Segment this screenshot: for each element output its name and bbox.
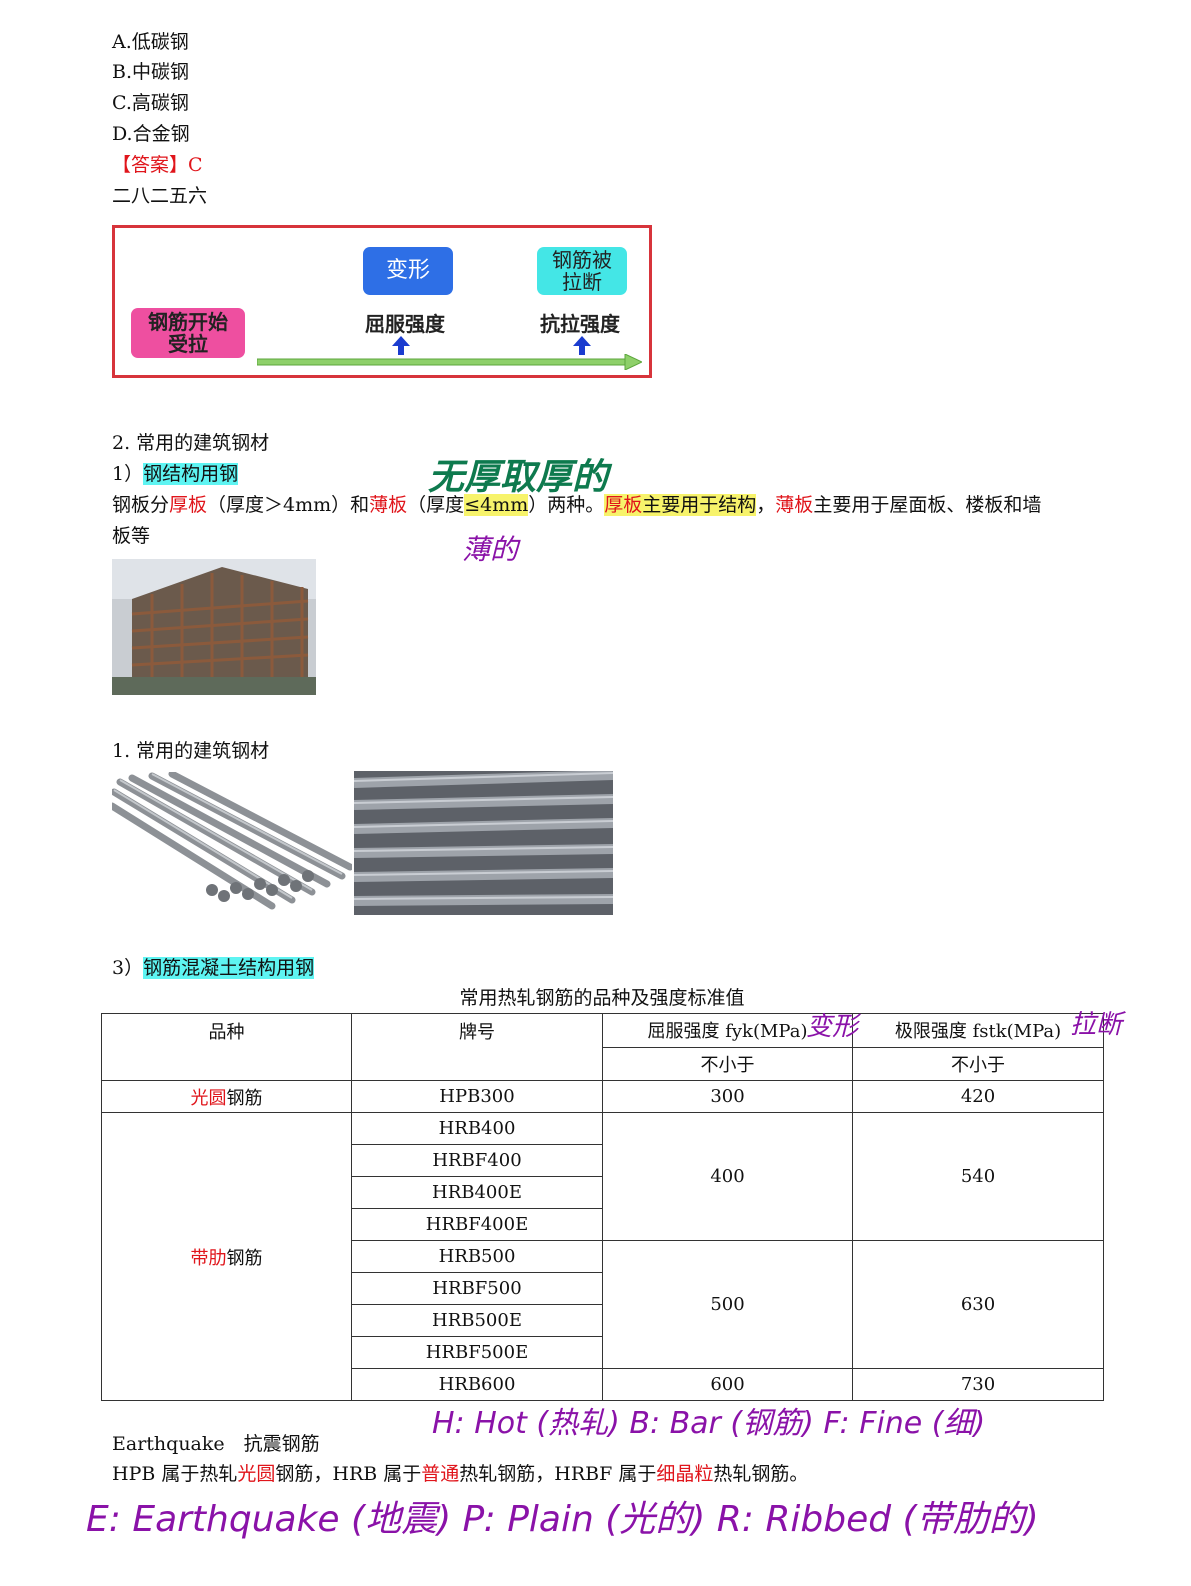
option-b: B.中碳钢 bbox=[112, 61, 190, 83]
yield-cell: 400 bbox=[602, 1112, 853, 1241]
steel-frame-building-image bbox=[112, 559, 316, 695]
header-grade: 牌号 bbox=[351, 1013, 603, 1081]
ultimate-cell: 420 bbox=[852, 1080, 1104, 1113]
handwritten-epr-line: E: Earthquake (地震) P: Plain (光的) R: Ribb… bbox=[86, 1499, 1039, 1540]
handwritten-note-thin: 薄的 bbox=[462, 533, 519, 566]
strength-diagram: 钢筋开始 受拉 变形 钢筋被 拉断 屈服强度 抗拉强度 bbox=[112, 225, 652, 378]
rebar-strength-table: 品种 牌号 屈服强度 fyk(MPa) 极限强度 fstk(MPa) 不小于 不… bbox=[101, 1013, 1104, 1401]
grade-cell: HRB400 bbox=[351, 1112, 603, 1145]
ribbed-bars-image bbox=[354, 771, 613, 915]
variety-plain-round: 光圆钢筋 bbox=[101, 1080, 352, 1113]
steel-plate-paragraph-cont: 板等 bbox=[112, 525, 151, 547]
code-line: 二八二五六 bbox=[112, 185, 208, 207]
yield-cell: 500 bbox=[602, 1240, 853, 1369]
grade-cell: HRBF400E bbox=[351, 1208, 603, 1241]
deform-box: 变形 bbox=[363, 247, 453, 295]
grade-cell: HRB500E bbox=[351, 1304, 603, 1337]
header-variety: 品种 bbox=[101, 1013, 352, 1081]
yield-cell: 300 bbox=[602, 1080, 853, 1113]
ultimate-cell: 630 bbox=[852, 1240, 1104, 1369]
break-box: 钢筋被 拉断 bbox=[537, 247, 627, 295]
grade-cell: HRB600 bbox=[351, 1368, 603, 1401]
section3-heading: 3）钢筋混凝土结构用钢 bbox=[112, 957, 315, 979]
grade-cell: HRBF500E bbox=[351, 1336, 603, 1369]
grade-cell: HRBF400 bbox=[351, 1144, 603, 1177]
section2-heading: 2. 常用的建筑钢材 bbox=[112, 432, 270, 454]
plain-round-bars-image bbox=[112, 772, 352, 912]
answer-line: 【答案】C bbox=[112, 154, 203, 176]
handwritten-note-top: 无厚取厚的 bbox=[428, 457, 609, 498]
option-c: C.高碳钢 bbox=[112, 92, 189, 114]
ultimate-cell: 730 bbox=[852, 1368, 1104, 1401]
option-d: D.合金钢 bbox=[112, 123, 190, 145]
grade-cell: HRBF500 bbox=[351, 1272, 603, 1305]
round-bar-photo bbox=[112, 772, 352, 912]
grade-cell: HPB300 bbox=[351, 1080, 603, 1113]
grade-cell: HRB500 bbox=[351, 1240, 603, 1273]
yield-strength-label: 屈服强度 bbox=[365, 312, 445, 336]
progress-arrow-icon bbox=[257, 354, 642, 370]
header-min-yield: 不小于 bbox=[602, 1046, 853, 1081]
start-box: 钢筋开始 受拉 bbox=[131, 308, 245, 358]
tensile-strength-label: 抗拉强度 bbox=[540, 312, 620, 336]
handwritten-note-break: 拉断 bbox=[1070, 1010, 1123, 1040]
section1-heading: 1. 常用的建筑钢材 bbox=[112, 740, 270, 762]
rebar-type-summary: HPB 属于热轧光圆钢筋，HRB 属于普通热轧钢筋，HRBF 属于细晶粒热轧钢筋… bbox=[112, 1463, 809, 1485]
option-a: A.低碳钢 bbox=[112, 31, 189, 53]
handwritten-note-deform: 变形 bbox=[806, 1012, 859, 1042]
steel-structure-photo bbox=[112, 559, 316, 695]
ribbed-bar-photo bbox=[354, 771, 613, 915]
header-ultimate: 极限强度 fstk(MPa) bbox=[852, 1013, 1104, 1048]
up-arrow-icon bbox=[573, 336, 591, 346]
earthquake-line: Earthquake 抗震钢筋 bbox=[112, 1433, 320, 1455]
section2-sub1: 1）钢结构用钢 bbox=[112, 463, 239, 485]
ultimate-cell: 540 bbox=[852, 1112, 1104, 1241]
variety-ribbed: 带肋钢筋 bbox=[101, 1112, 352, 1401]
up-arrow-icon bbox=[392, 336, 410, 346]
grade-cell: HRB400E bbox=[351, 1176, 603, 1209]
handwritten-hbf-line: H: Hot (热轧) B: Bar (钢筋) F: Fine (细) bbox=[432, 1406, 986, 1441]
table-caption: 常用热轧钢筋的品种及强度标准值 bbox=[459, 987, 745, 1009]
header-min-ultimate: 不小于 bbox=[852, 1046, 1104, 1081]
yield-cell: 600 bbox=[602, 1368, 853, 1401]
